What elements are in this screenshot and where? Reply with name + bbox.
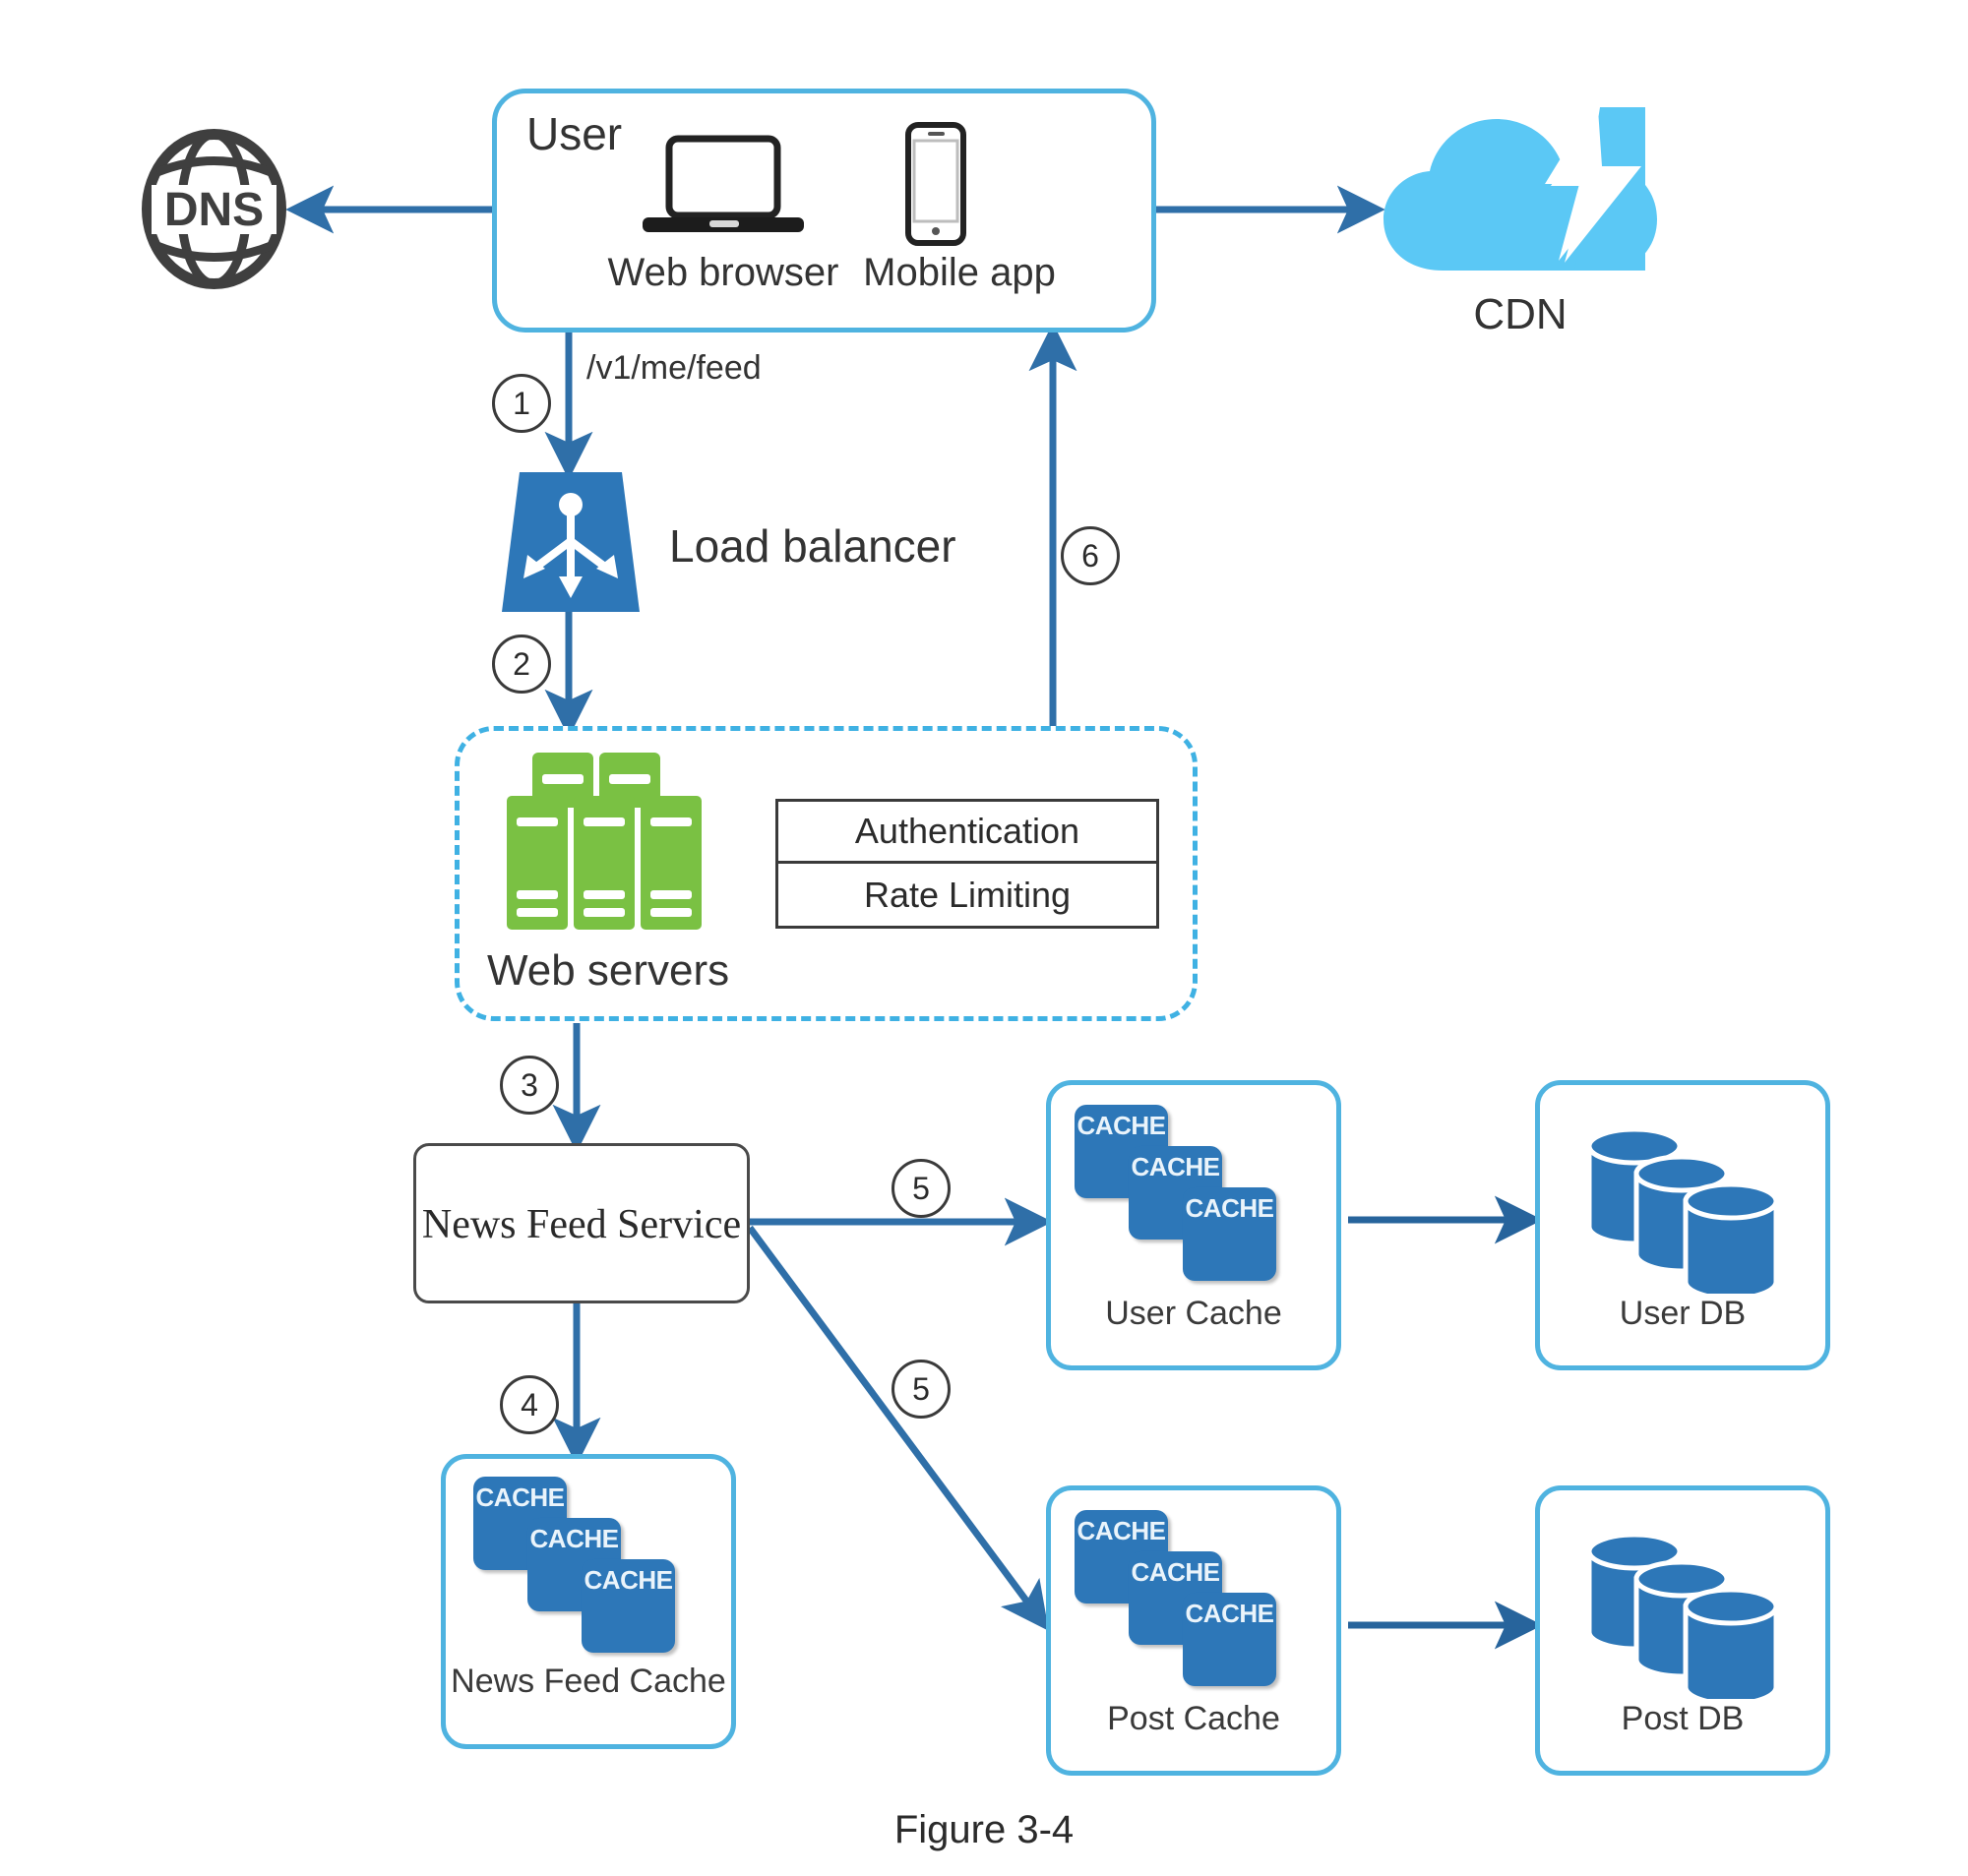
node-load-balancer[interactable] bbox=[502, 472, 640, 612]
api-path-label: /v1/me/feed bbox=[586, 349, 762, 387]
user-db-label: User DB bbox=[1619, 1295, 1747, 1332]
cache-stack-icon: CACHE CACHE CACHE bbox=[1075, 1105, 1291, 1282]
cloud-lightning-icon bbox=[1384, 107, 1657, 271]
feature-row-authentication: Authentication bbox=[778, 802, 1156, 864]
node-cdn[interactable]: CDN bbox=[1378, 103, 1663, 339]
step-badge-4: 4 bbox=[500, 1375, 559, 1434]
node-user[interactable]: User Web browser Mobile app bbox=[492, 89, 1156, 333]
node-dns[interactable]: DNS bbox=[138, 128, 290, 290]
cache-stack-icon: CACHE CACHE CACHE bbox=[1075, 1510, 1291, 1687]
web-servers-feature-table: Authentication Rate Limiting bbox=[775, 799, 1159, 929]
smartphone-icon bbox=[891, 119, 979, 252]
user-title: User bbox=[526, 108, 623, 159]
cache-tile-label: CACHE bbox=[475, 1483, 565, 1512]
load-balancer-label: Load balancer bbox=[669, 520, 956, 572]
step-badge-1: 1 bbox=[492, 374, 551, 433]
database-cylinders-icon bbox=[1586, 1126, 1779, 1294]
laptop-icon bbox=[635, 131, 812, 244]
node-post-cache[interactable]: CACHE CACHE CACHE Post Cache bbox=[1046, 1485, 1341, 1776]
edge-news-feed-service-to-post-cache bbox=[747, 1225, 1049, 1631]
dns-label: DNS bbox=[164, 184, 264, 236]
news-feed-cache-label: News Feed Cache bbox=[451, 1663, 726, 1700]
step-badge-3: 3 bbox=[500, 1056, 559, 1115]
feature-row-rate-limiting: Rate Limiting bbox=[863, 874, 1072, 915]
step-badge-5a: 5 bbox=[892, 1159, 951, 1218]
server-rack-icon bbox=[497, 753, 718, 930]
cache-tile-label: CACHE bbox=[1185, 1193, 1274, 1223]
user-cache-label: User Cache bbox=[1105, 1295, 1282, 1332]
cache-stack-icon: CACHE CACHE CACHE bbox=[473, 1477, 690, 1654]
step-badge-5b: 5 bbox=[892, 1360, 951, 1419]
post-db-label: Post DB bbox=[1621, 1700, 1745, 1737]
node-news-feed-cache[interactable]: CACHE CACHE CACHE News Feed Cache bbox=[441, 1454, 736, 1749]
post-cache-label: Post Cache bbox=[1107, 1700, 1280, 1737]
cache-tile-label: CACHE bbox=[1185, 1599, 1274, 1628]
node-user-db[interactable]: User DB bbox=[1535, 1080, 1830, 1370]
cdn-label: CDN bbox=[1473, 290, 1568, 338]
cache-tile-label: CACHE bbox=[1131, 1152, 1220, 1181]
user-device-label-mobile-app: Mobile app bbox=[863, 251, 1056, 294]
cache-tile-label: CACHE bbox=[1131, 1557, 1220, 1587]
load-balancer-icon bbox=[502, 472, 640, 612]
figure-caption: Figure 3-4 bbox=[893, 1808, 1075, 1851]
cache-tile-label: CACHE bbox=[584, 1565, 673, 1595]
step-badge-2: 2 bbox=[492, 635, 551, 694]
cache-tile-label: CACHE bbox=[1076, 1111, 1166, 1140]
node-post-db[interactable]: Post DB bbox=[1535, 1485, 1830, 1776]
news-feed-service-label: News Feed Service bbox=[421, 1202, 742, 1247]
diagram-canvas: DNS User Web browser Mobile app CDN /v1/… bbox=[0, 0, 1968, 1876]
cache-tile-label: CACHE bbox=[1076, 1516, 1166, 1545]
node-news-feed-service[interactable]: News Feed Service bbox=[413, 1143, 750, 1303]
globe-icon: DNS bbox=[142, 129, 286, 289]
step-badge-6: 6 bbox=[1061, 526, 1120, 585]
cache-tile-label: CACHE bbox=[529, 1524, 619, 1553]
database-cylinders-icon bbox=[1586, 1532, 1779, 1699]
web-servers-label: Web servers bbox=[487, 946, 730, 995]
node-user-cache[interactable]: CACHE CACHE CACHE User Cache bbox=[1046, 1080, 1341, 1370]
